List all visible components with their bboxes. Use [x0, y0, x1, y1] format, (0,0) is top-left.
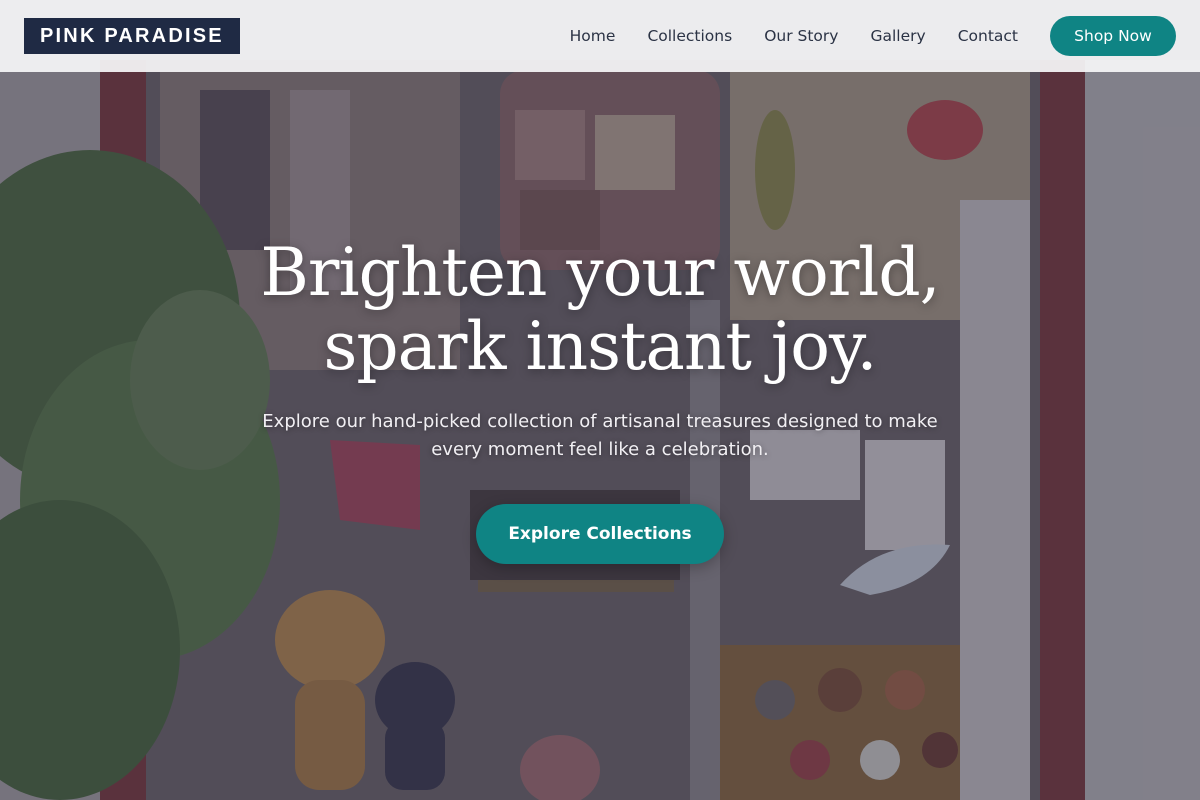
- site-header: PINK PARADISE Home Collections Our Story…: [0, 0, 1200, 72]
- hero-title-line-1: Brighten your world,: [260, 234, 940, 311]
- nav-link-gallery[interactable]: Gallery: [870, 27, 925, 45]
- hero-title-line-2: spark instant joy.: [323, 308, 877, 385]
- hero-title: Brighten your world, spark instant joy.: [0, 236, 1200, 384]
- hero-subtitle: Explore our hand-picked collection of ar…: [262, 411, 938, 460]
- explore-collections-button[interactable]: Explore Collections: [476, 504, 724, 564]
- nav-link-our-story[interactable]: Our Story: [764, 27, 838, 45]
- hero-content: Brighten your world, spark instant joy. …: [0, 236, 1200, 564]
- nav-link-collections[interactable]: Collections: [647, 27, 732, 45]
- nav-link-contact[interactable]: Contact: [958, 27, 1018, 45]
- brand-logo[interactable]: PINK PARADISE: [24, 18, 240, 54]
- nav-link-home[interactable]: Home: [570, 27, 616, 45]
- main-nav: Home Collections Our Story Gallery Conta…: [538, 16, 1176, 56]
- hero-section: Brighten your world, spark instant joy. …: [0, 0, 1200, 800]
- shop-now-button[interactable]: Shop Now: [1050, 16, 1176, 56]
